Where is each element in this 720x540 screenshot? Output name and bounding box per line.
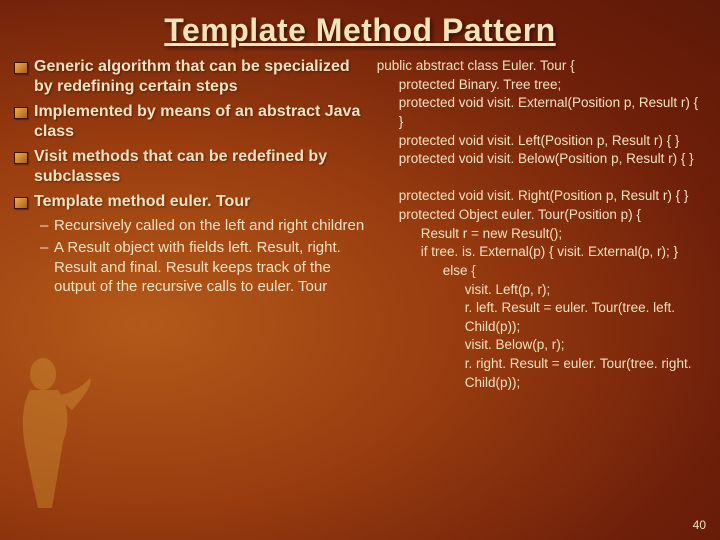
page-number: 40: [693, 518, 706, 532]
code-line: if tree. is. External(p) { visit. Extern…: [377, 243, 706, 262]
slide: Template Method Pattern Generic algorith…: [0, 0, 720, 540]
slide-title: Template Method Pattern: [0, 0, 720, 49]
code-line: protected Binary. Tree tree;: [377, 76, 706, 95]
code-line: r. right. Result = euler. Tour(tree. rig…: [377, 355, 706, 392]
code-line: r. left. Result = euler. Tour(tree. left…: [377, 299, 706, 336]
slide-body: Generic algorithm that can be specialize…: [0, 49, 720, 392]
code-block: public abstract class Euler. Tour { prot…: [377, 57, 706, 392]
sub-bullet-list: Recursively called on the left and right…: [14, 216, 371, 296]
sub-bullet-item: Recursively called on the left and right…: [40, 216, 371, 235]
code-line: protected void visit. Right(Position p, …: [377, 187, 706, 206]
code-line: visit. Left(p, r);: [377, 281, 706, 300]
bullet-item: Generic algorithm that can be specialize…: [14, 57, 371, 98]
sub-bullet-item: A Result object with fields left. Result…: [40, 238, 371, 296]
bullet-item: Visit methods that can be redefined by s…: [14, 147, 371, 188]
bullet-item: Template method euler. Tour: [14, 192, 371, 212]
bullet-item: Implemented by means of an abstract Java…: [14, 102, 371, 143]
code-spacer: [377, 170, 381, 185]
code-line: protected void visit. Below(Position p, …: [377, 150, 706, 169]
code-line: protected Object euler. Tour(Position p)…: [377, 206, 706, 225]
code-line: protected void visit. External(Position …: [377, 94, 706, 131]
code-line: visit. Below(p, r);: [377, 336, 706, 355]
code-line: public abstract class Euler. Tour {: [377, 58, 575, 73]
bullet-list: Generic algorithm that can be specialize…: [14, 57, 371, 212]
code-line: Result r = new Result();: [377, 225, 706, 244]
code-line: protected void visit. Left(Position p, R…: [377, 132, 706, 151]
left-column: Generic algorithm that can be specialize…: [14, 57, 371, 392]
code-line: else {: [377, 262, 706, 281]
